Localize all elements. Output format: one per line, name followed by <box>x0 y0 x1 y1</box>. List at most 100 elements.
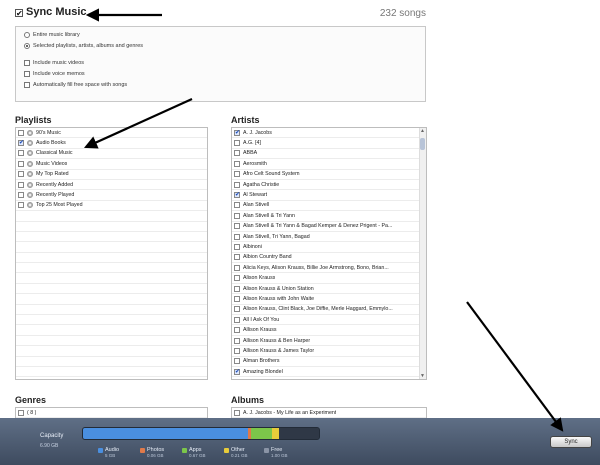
artists-row[interactable]: Agatha Christie <box>232 180 419 191</box>
playlists-row[interactable]: Music Videos <box>16 159 207 170</box>
artists-item-checkbox[interactable] <box>234 316 240 323</box>
playlists-item-checkbox[interactable] <box>18 181 24 188</box>
artists-row[interactable]: Allison Krauss & James Taylor <box>232 346 419 357</box>
artists-item-checkbox[interactable] <box>234 306 240 313</box>
artists-item-checkbox[interactable] <box>234 202 240 209</box>
artists-item-checkbox[interactable] <box>234 337 240 344</box>
artists-item-checkbox[interactable] <box>234 358 240 365</box>
artists-item-checkbox[interactable] <box>234 171 240 178</box>
artists-row[interactable]: Alison Krauss, Clint Black, Joe Diffie, … <box>232 305 419 316</box>
artists-scrollbar[interactable]: ▲ ▼ <box>419 128 426 379</box>
playlists-item-checkbox[interactable] <box>18 202 24 209</box>
artists-item-checkbox[interactable] <box>234 327 240 334</box>
playlists-empty-row <box>16 242 207 253</box>
playlists-item-checkbox[interactable] <box>18 192 24 199</box>
artists-row[interactable]: A.G. [4] <box>232 138 419 149</box>
artists-row[interactable]: Alicia Keys, Alison Krauss, Billie Joe A… <box>232 263 419 274</box>
artists-row[interactable]: ABBA <box>232 149 419 160</box>
sync-music-checkbox[interactable]: ✔ <box>15 9 23 18</box>
artists-row[interactable]: Allison Krauss & Ben Harper <box>232 336 419 347</box>
artists-row[interactable]: Alison Krauss <box>232 273 419 284</box>
playlists-row[interactable]: Recently Added <box>16 180 207 191</box>
artists-row[interactable]: ✔ Al Stewart <box>232 190 419 201</box>
artists-row[interactable]: ✔ Amazing Blondel <box>232 367 419 378</box>
artists-item-checkbox[interactable] <box>234 212 240 219</box>
selected-items-option[interactable]: Selected playlists, artists, albums and … <box>24 43 143 49</box>
artists-item-checkbox[interactable] <box>234 140 240 147</box>
include-videos-checkbox[interactable] <box>24 60 30 66</box>
scroll-down-icon[interactable]: ▼ <box>419 373 426 379</box>
playlists-row[interactable]: ✔ Audio Books <box>16 138 207 149</box>
scroll-up-icon[interactable]: ▲ <box>419 128 426 134</box>
playlists-empty-row <box>16 346 207 357</box>
artists-row[interactable]: Allison Krauss <box>232 325 419 336</box>
artists-item-label: Allison Krauss <box>243 327 277 334</box>
artists-item-label: Alison Krauss <box>243 275 276 282</box>
autofill-checkbox[interactable] <box>24 82 30 88</box>
artists-item-checkbox[interactable] <box>234 295 240 302</box>
legend-swatch-icon <box>182 448 187 453</box>
legend-value: 5 GB <box>105 453 116 458</box>
artists-row[interactable]: Albion Country Band <box>232 253 419 264</box>
playlists-item-checkbox[interactable] <box>18 160 24 167</box>
capacity-legend-audio: Audio 5 GB <box>98 447 119 458</box>
playlists-item-checkbox[interactable] <box>18 150 24 157</box>
artists-row[interactable]: Alan Stivell, Tri Yann, Bagad <box>232 232 419 243</box>
artists-row[interactable]: Alison Krauss & Union Station <box>232 284 419 295</box>
artists-item-checkbox[interactable] <box>234 150 240 157</box>
albums-row[interactable]: A. J. Jacobs - My Life as an Experiment <box>232 408 426 418</box>
scroll-thumb[interactable] <box>420 138 425 150</box>
artists-item-checkbox[interactable] <box>234 160 240 167</box>
artists-item-checkbox[interactable] <box>234 254 240 261</box>
playlists-row[interactable]: Top 25 Most Played <box>16 201 207 212</box>
playlists-empty-row <box>16 232 207 243</box>
capacity-legend-apps: Apps 0.67 GB <box>182 447 206 458</box>
artists-row[interactable]: Alan Stivell & Tri Yann <box>232 211 419 222</box>
legend-swatch-icon <box>98 448 103 453</box>
artists-item-checkbox[interactable] <box>234 264 240 271</box>
artists-row[interactable]: Alman Brothers <box>232 357 419 367</box>
include-memos-checkbox[interactable] <box>24 71 30 77</box>
artists-item-checkbox[interactable] <box>234 347 240 354</box>
artists-row[interactable]: ✔ A. J. Jacobs <box>232 128 419 139</box>
artists-row[interactable]: Alan Stivell <box>232 201 419 212</box>
autofill-option[interactable]: Automatically fill free space with songs <box>24 82 127 88</box>
artists-item-label: Aerosmith <box>243 160 267 167</box>
playlists-row[interactable]: 90's Music <box>16 128 207 139</box>
playlists-item-checkbox[interactable] <box>18 129 24 136</box>
entire-library-radio[interactable] <box>24 32 30 38</box>
artists-row[interactable]: Aerosmith <box>232 159 419 170</box>
capacity-legend-photos: Photos 0.06 GB <box>140 447 164 458</box>
playlists-item-checkbox[interactable] <box>18 171 24 178</box>
artists-item-checkbox[interactable]: ✔ <box>234 129 240 136</box>
include-memos-option[interactable]: Include voice memos <box>24 71 85 77</box>
sync-button[interactable]: Sync <box>550 436 592 448</box>
artists-row[interactable]: Alison Krauss with John Waite <box>232 294 419 305</box>
artists-row[interactable]: Afro Celt Sound System <box>232 170 419 180</box>
albums-item-checkbox[interactable] <box>234 409 240 416</box>
artists-item-checkbox[interactable]: ✔ <box>234 368 240 375</box>
artists-item-checkbox[interactable] <box>234 181 240 188</box>
artists-item-checkbox[interactable] <box>234 233 240 240</box>
genres-item-label: ( 8 ) <box>27 409 37 416</box>
artists-row[interactable]: All I Ask Of You <box>232 315 419 326</box>
playlists-row[interactable]: Classical Music <box>16 149 207 160</box>
artists-row[interactable]: Alan Stivell & Tri Yann & Bagad Kemper &… <box>232 222 419 232</box>
selected-items-radio[interactable] <box>24 43 30 49</box>
smart-playlist-icon <box>27 181 33 188</box>
playlists-row[interactable]: My Top Rated <box>16 170 207 180</box>
playlists-item-checkbox[interactable]: ✔ <box>18 140 24 147</box>
artists-item-checkbox[interactable] <box>234 243 240 250</box>
artists-item-checkbox[interactable] <box>234 275 240 282</box>
entire-library-option[interactable]: Entire music library <box>24 32 80 38</box>
artists-row[interactable]: Albinoni <box>232 242 419 253</box>
genres-item-checkbox[interactable] <box>18 409 24 416</box>
playlists-row[interactable]: Recently Played <box>16 190 207 201</box>
artists-item-label: Allison Krauss & James Taylor <box>243 347 315 354</box>
artists-item-checkbox[interactable] <box>234 223 240 230</box>
include-videos-option[interactable]: Include music videos <box>24 60 84 66</box>
artists-item-checkbox[interactable] <box>234 285 240 292</box>
legend-swatch-icon <box>140 448 145 453</box>
artists-item-checkbox[interactable]: ✔ <box>234 192 240 199</box>
genres-row[interactable]: ( 8 ) <box>16 408 207 418</box>
